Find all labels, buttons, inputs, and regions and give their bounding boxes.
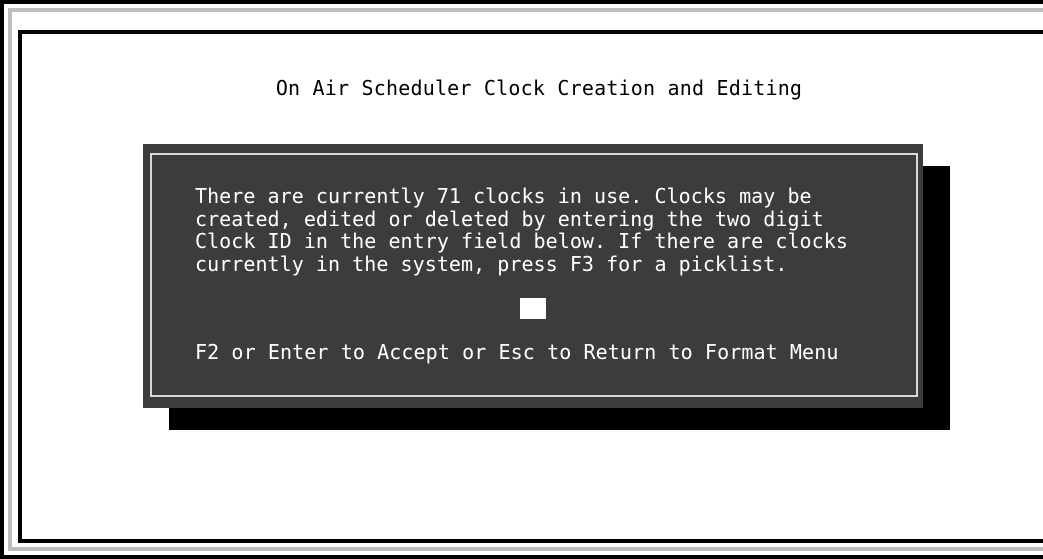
message-line-2: created, edited or deleted by entering t… (195, 206, 824, 231)
terminal-screen: On Air Scheduler Clock Creation and Edit… (0, 0, 1043, 559)
dialog-message: There are currently 71 clocks in use. Cl… (195, 185, 848, 275)
key-hint: F2 or Enter to Accept or Esc to Return t… (195, 340, 839, 364)
clock-id-dialog: There are currently 71 clocks in use. Cl… (143, 144, 923, 408)
screen-title: On Air Scheduler Clock Creation and Edit… (275, 76, 803, 100)
message-line-1: There are currently 71 clocks in use. Cl… (195, 184, 812, 208)
message-line-3: Clock ID in the entry field below. If th… (195, 229, 848, 253)
message-line-4: currently in the system, press F3 for a … (195, 251, 788, 276)
clock-id-input[interactable] (520, 298, 546, 319)
